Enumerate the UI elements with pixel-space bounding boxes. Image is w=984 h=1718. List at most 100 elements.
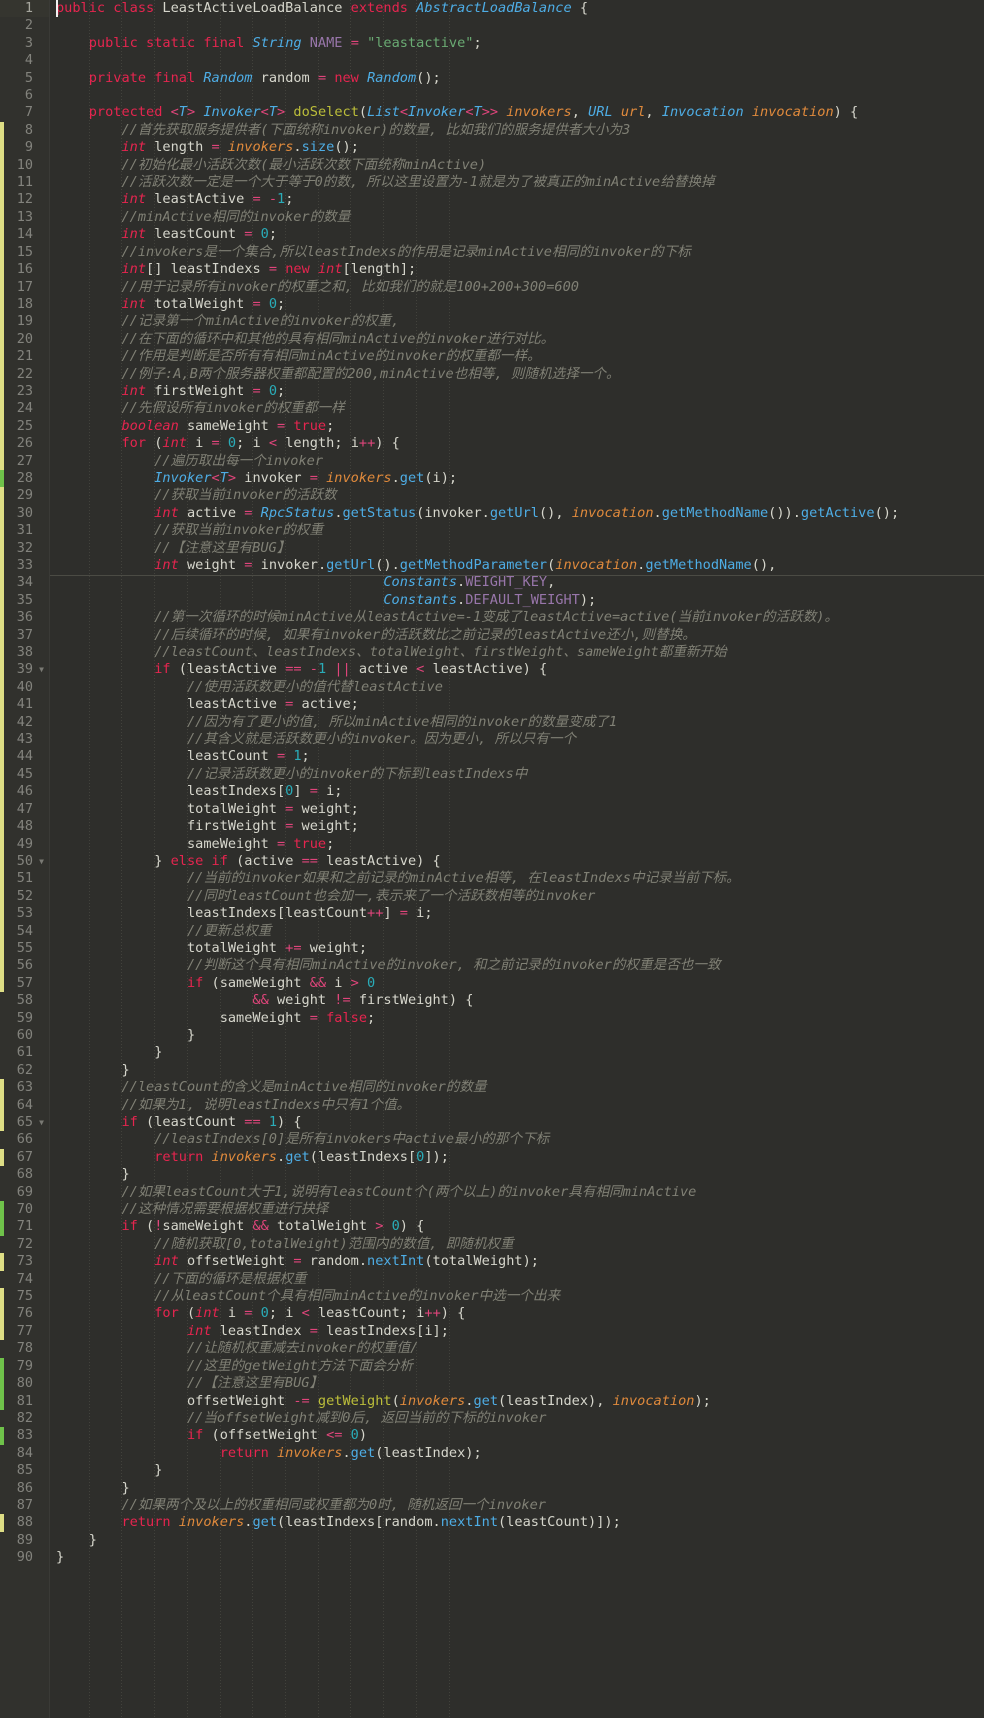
code-line[interactable]: int leastCount = 0; bbox=[56, 226, 984, 243]
code-line[interactable]: } bbox=[56, 1027, 984, 1044]
code-line[interactable]: //获取当前invoker的权重 bbox=[56, 522, 984, 539]
line-number[interactable]: 22 bbox=[0, 366, 49, 383]
code-line[interactable]: //其含义就是活跃数更小的invoker。因为更小, 所以只有一个 bbox=[56, 731, 984, 748]
line-number[interactable]: 6 bbox=[0, 87, 49, 104]
code-line[interactable]: if (leastActive == -1 || active < leastA… bbox=[56, 661, 984, 678]
line-number[interactable]: 26 bbox=[0, 435, 49, 452]
code-line[interactable]: leastActive = active; bbox=[56, 696, 984, 713]
line-number[interactable]: 2 bbox=[0, 17, 49, 34]
line-number[interactable]: 25 bbox=[0, 418, 49, 435]
code-line[interactable]: && weight != firstWeight) { bbox=[56, 992, 984, 1009]
code-line[interactable]: public static final String NAME = "least… bbox=[56, 35, 984, 52]
code-line[interactable]: //【注意这里有BUG】 bbox=[56, 540, 984, 557]
code-line[interactable]: int[] leastIndexs = new int[length]; bbox=[56, 261, 984, 278]
code-line[interactable]: //如果两个及以上的权重相同或权重都为0时, 随机返回一个invoker bbox=[56, 1497, 984, 1514]
code-line[interactable]: //当offsetWeight减到0后, 返回当前的下标的invoker bbox=[56, 1410, 984, 1427]
line-number[interactable]: 76 bbox=[0, 1305, 49, 1322]
code-line[interactable]: //leastCount的含义是minActive相同的invoker的数量 bbox=[56, 1079, 984, 1096]
code-line[interactable]: return invokers.get(leastIndexs[random.n… bbox=[56, 1514, 984, 1531]
line-number[interactable]: 55 bbox=[0, 940, 49, 957]
line-number[interactable]: 34 bbox=[0, 574, 49, 591]
code-line[interactable]: //这种情况需要根据权重进行抉择 bbox=[56, 1201, 984, 1218]
line-number[interactable]: 64 bbox=[0, 1097, 49, 1114]
line-number[interactable]: 43 bbox=[0, 731, 49, 748]
code-line[interactable]: //初始化最小活跃次数(最小活跃次数下面统称minActive) bbox=[56, 157, 984, 174]
code-line[interactable]: //用于记录所有invoker的权重之和, 比如我们的就是100+200+300… bbox=[56, 279, 984, 296]
line-number[interactable]: 11 bbox=[0, 174, 49, 191]
line-number[interactable]: 60 bbox=[0, 1027, 49, 1044]
line-number[interactable]: 14 bbox=[0, 226, 49, 243]
code-line[interactable] bbox=[56, 17, 984, 34]
line-number[interactable]: 84 bbox=[0, 1445, 49, 1462]
line-number[interactable]: 3 bbox=[0, 35, 49, 52]
line-number[interactable]: 23 bbox=[0, 383, 49, 400]
code-line[interactable]: Invoker<T> invoker = invokers.get(i); bbox=[56, 470, 984, 487]
code-viewport[interactable]: public class LeastActiveLoadBalance exte… bbox=[50, 0, 984, 1718]
line-number[interactable]: 88 bbox=[0, 1514, 49, 1531]
line-number[interactable]: 51 bbox=[0, 870, 49, 887]
code-line[interactable]: //【注意这里有BUG】 bbox=[56, 1375, 984, 1392]
line-number[interactable]: 12 bbox=[0, 191, 49, 208]
line-number[interactable]: 90 bbox=[0, 1549, 49, 1566]
line-number[interactable]: 16 bbox=[0, 261, 49, 278]
line-number[interactable]: 10 bbox=[0, 157, 49, 174]
line-number[interactable]: 37 bbox=[0, 627, 49, 644]
code-line[interactable]: } bbox=[56, 1480, 984, 1497]
code-line[interactable]: leastCount = 1; bbox=[56, 748, 984, 765]
code-line[interactable]: } bbox=[56, 1532, 984, 1549]
line-number[interactable]: 7 bbox=[0, 104, 49, 121]
line-number[interactable]: 78 bbox=[0, 1340, 49, 1357]
code-line[interactable]: //从leastCount个具有相同minActive的invoker中选一个出… bbox=[56, 1288, 984, 1305]
code-line[interactable]: offsetWeight -= getWeight(invokers.get(l… bbox=[56, 1393, 984, 1410]
line-number[interactable]: 47 bbox=[0, 801, 49, 818]
line-number[interactable]: 21 bbox=[0, 348, 49, 365]
code-fold-toggle-icon[interactable]: ▼ bbox=[35, 1114, 48, 1131]
line-number[interactable]: 24 bbox=[0, 400, 49, 417]
line-number[interactable]: 58 bbox=[0, 992, 49, 1009]
code-line[interactable]: } else if (active == leastActive) { bbox=[56, 853, 984, 870]
line-number[interactable]: 30 bbox=[0, 505, 49, 522]
line-number[interactable]: 52 bbox=[0, 888, 49, 905]
line-number[interactable]: 9 bbox=[0, 139, 49, 156]
line-number[interactable]: 57 bbox=[0, 975, 49, 992]
code-line[interactable]: //后续循环的时候, 如果有invoker的活跃数比之前记录的leastActi… bbox=[56, 627, 984, 644]
code-line[interactable]: public class LeastActiveLoadBalance exte… bbox=[56, 0, 984, 17]
code-line[interactable]: } bbox=[56, 1549, 984, 1566]
code-line[interactable]: //minActive相同的invoker的数量 bbox=[56, 209, 984, 226]
line-number[interactable]: 50▼ bbox=[0, 853, 49, 870]
line-number[interactable]: 49 bbox=[0, 836, 49, 853]
code-line[interactable]: return invokers.get(leastIndexs[0]); bbox=[56, 1149, 984, 1166]
code-line[interactable]: if (sameWeight && i > 0 bbox=[56, 975, 984, 992]
code-line[interactable]: protected <T> Invoker<T> doSelect(List<I… bbox=[56, 104, 984, 121]
code-line[interactable]: int weight = invoker.getUrl().getMethodP… bbox=[56, 557, 984, 574]
line-number[interactable]: 62 bbox=[0, 1062, 49, 1079]
line-number[interactable]: 38 bbox=[0, 644, 49, 661]
code-line[interactable]: int firstWeight = 0; bbox=[56, 383, 984, 400]
line-number[interactable]: 89 bbox=[0, 1532, 49, 1549]
code-line[interactable]: } bbox=[56, 1462, 984, 1479]
line-number[interactable]: 79 bbox=[0, 1358, 49, 1375]
line-number[interactable]: 66 bbox=[0, 1131, 49, 1148]
code-line[interactable]: //同时leastCount也会加一,表示来了一个活跃数相等的invoker bbox=[56, 888, 984, 905]
line-number[interactable]: 46 bbox=[0, 783, 49, 800]
line-number[interactable]: 61 bbox=[0, 1044, 49, 1061]
code-line[interactable]: if (offsetWeight <= 0) bbox=[56, 1427, 984, 1444]
code-line[interactable]: for (int i = 0; i < leastCount; i++) { bbox=[56, 1305, 984, 1322]
code-line[interactable]: int leastActive = -1; bbox=[56, 191, 984, 208]
code-line[interactable]: //在下面的循环中和其他的具有相同minActive的invoker进行对比。 bbox=[56, 331, 984, 348]
code-line[interactable]: //判断这个具有相同minActive的invoker, 和之前记录的invok… bbox=[56, 957, 984, 974]
code-line[interactable]: //活跃次数一定是一个大于等于0的数, 所以这里设置为-1就是为了被真正的min… bbox=[56, 174, 984, 191]
line-number[interactable]: 70 bbox=[0, 1201, 49, 1218]
code-line[interactable]: return invokers.get(leastIndex); bbox=[56, 1445, 984, 1462]
code-line[interactable]: for (int i = 0; i < length; i++) { bbox=[56, 435, 984, 452]
line-number[interactable]: 69 bbox=[0, 1184, 49, 1201]
line-number[interactable]: 1 bbox=[0, 0, 49, 17]
code-line[interactable]: //invokers是一个集合,所以leastIndexs的作用是记录minAc… bbox=[56, 244, 984, 261]
line-number[interactable]: 19 bbox=[0, 313, 49, 330]
line-number[interactable]: 39▼ bbox=[0, 661, 49, 678]
line-number[interactable]: 15 bbox=[0, 244, 49, 261]
code-line[interactable]: //获取当前invoker的活跃数 bbox=[56, 487, 984, 504]
code-line[interactable]: int length = invokers.size(); bbox=[56, 139, 984, 156]
code-line[interactable]: //当前的invoker如果和之前记录的minActive相等, 在leastI… bbox=[56, 870, 984, 887]
code-line[interactable]: //这里的getWeight方法下面会分析 bbox=[56, 1358, 984, 1375]
